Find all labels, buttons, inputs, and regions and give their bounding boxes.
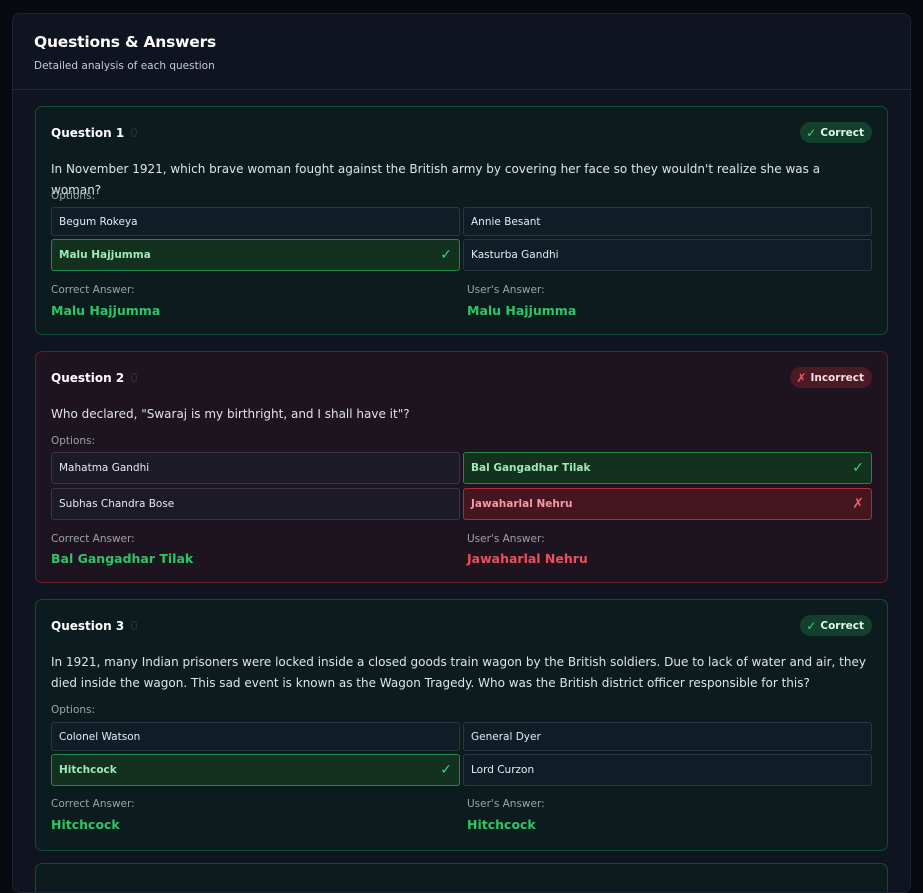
question-card-2: Question 20 ✗ Incorrect Who declared, "S… xyxy=(35,351,888,583)
correct-answer-label: Correct Answer: xyxy=(51,284,135,296)
question-card-3: Question 30 ✓ Correct In 1921, many Indi… xyxy=(35,599,888,851)
panel-header: Questions & Answers Detailed analysis of… xyxy=(13,14,910,90)
correct-answer-value: Hitchcock xyxy=(51,817,120,832)
question-card-1: Question 10 ✓ Correct In November 1921, … xyxy=(35,106,888,335)
user-answer-label: User's Answer: xyxy=(467,533,545,545)
questions-panel: Questions & Answers Detailed analysis of… xyxy=(12,13,911,893)
status-badge: ✓ Correct xyxy=(800,122,872,143)
option-item-correct[interactable]: Bal Gangadhar Tilak ✓ xyxy=(463,452,872,484)
option-item[interactable]: Colonel Watson xyxy=(51,722,460,751)
user-answer-value: Hitchcock xyxy=(467,817,536,832)
option-item[interactable]: Lord Curzon xyxy=(463,754,872,786)
cross-icon: ✗ xyxy=(796,370,807,385)
option-item[interactable]: Kasturba Gandhi xyxy=(463,239,872,271)
option-item[interactable]: Begum Rokeya xyxy=(51,207,460,236)
options-label: Options: xyxy=(51,704,96,716)
status-badge: ✓ Correct xyxy=(800,615,872,636)
check-icon: ✓ xyxy=(852,460,864,476)
check-icon: ✓ xyxy=(440,247,452,263)
check-icon: ✓ xyxy=(806,618,817,633)
question-number-mark: 0 xyxy=(130,619,138,633)
status-badge: ✗ Incorrect xyxy=(790,367,872,388)
question-card-4 xyxy=(35,863,888,892)
option-item-wrong[interactable]: Jawaharlal Nehru ✗ xyxy=(463,488,872,520)
user-answer-label: User's Answer: xyxy=(467,284,545,296)
page-title: Questions & Answers xyxy=(34,33,217,51)
status-label: Incorrect xyxy=(810,371,864,384)
option-item[interactable]: Mahatma Gandhi xyxy=(51,452,460,484)
option-item-correct[interactable]: Hitchcock ✓ xyxy=(51,754,460,786)
question-title: Question 10 xyxy=(51,126,138,140)
correct-answer-label: Correct Answer: xyxy=(51,798,135,810)
user-answer-value: Jawaharlal Nehru xyxy=(467,551,588,566)
status-label: Correct xyxy=(820,619,864,632)
user-answer-label: User's Answer: xyxy=(467,798,545,810)
option-item[interactable]: General Dyer xyxy=(463,722,872,751)
question-number-mark: 0 xyxy=(130,371,138,385)
question-number-mark: 0 xyxy=(130,126,138,140)
question-text: Who declared, "Swaraj is my birthright, … xyxy=(51,407,410,421)
option-item[interactable]: Subhas Chandra Bose xyxy=(51,488,460,520)
user-answer-value: Malu Hajjumma xyxy=(467,303,577,318)
cross-icon: ✗ xyxy=(852,496,864,512)
options-label: Options: xyxy=(51,190,96,202)
question-title: Question 30 xyxy=(51,619,138,633)
status-label: Correct xyxy=(820,126,864,139)
page-subtitle: Detailed analysis of each question xyxy=(34,60,215,72)
correct-answer-label: Correct Answer: xyxy=(51,533,135,545)
correct-answer-value: Bal Gangadhar Tilak xyxy=(51,551,194,566)
question-title: Question 20 xyxy=(51,371,138,385)
options-label: Options: xyxy=(51,435,96,447)
check-icon: ✓ xyxy=(806,125,817,140)
option-item[interactable]: Annie Besant xyxy=(463,207,872,236)
question-text: In 1921, many Indian prisoners were lock… xyxy=(51,655,866,690)
correct-answer-value: Malu Hajjumma xyxy=(51,303,161,318)
option-item-correct[interactable]: Malu Hajjumma ✓ xyxy=(51,239,460,271)
check-icon: ✓ xyxy=(440,762,452,778)
question-text: In November 1921, which brave woman foug… xyxy=(51,162,821,197)
